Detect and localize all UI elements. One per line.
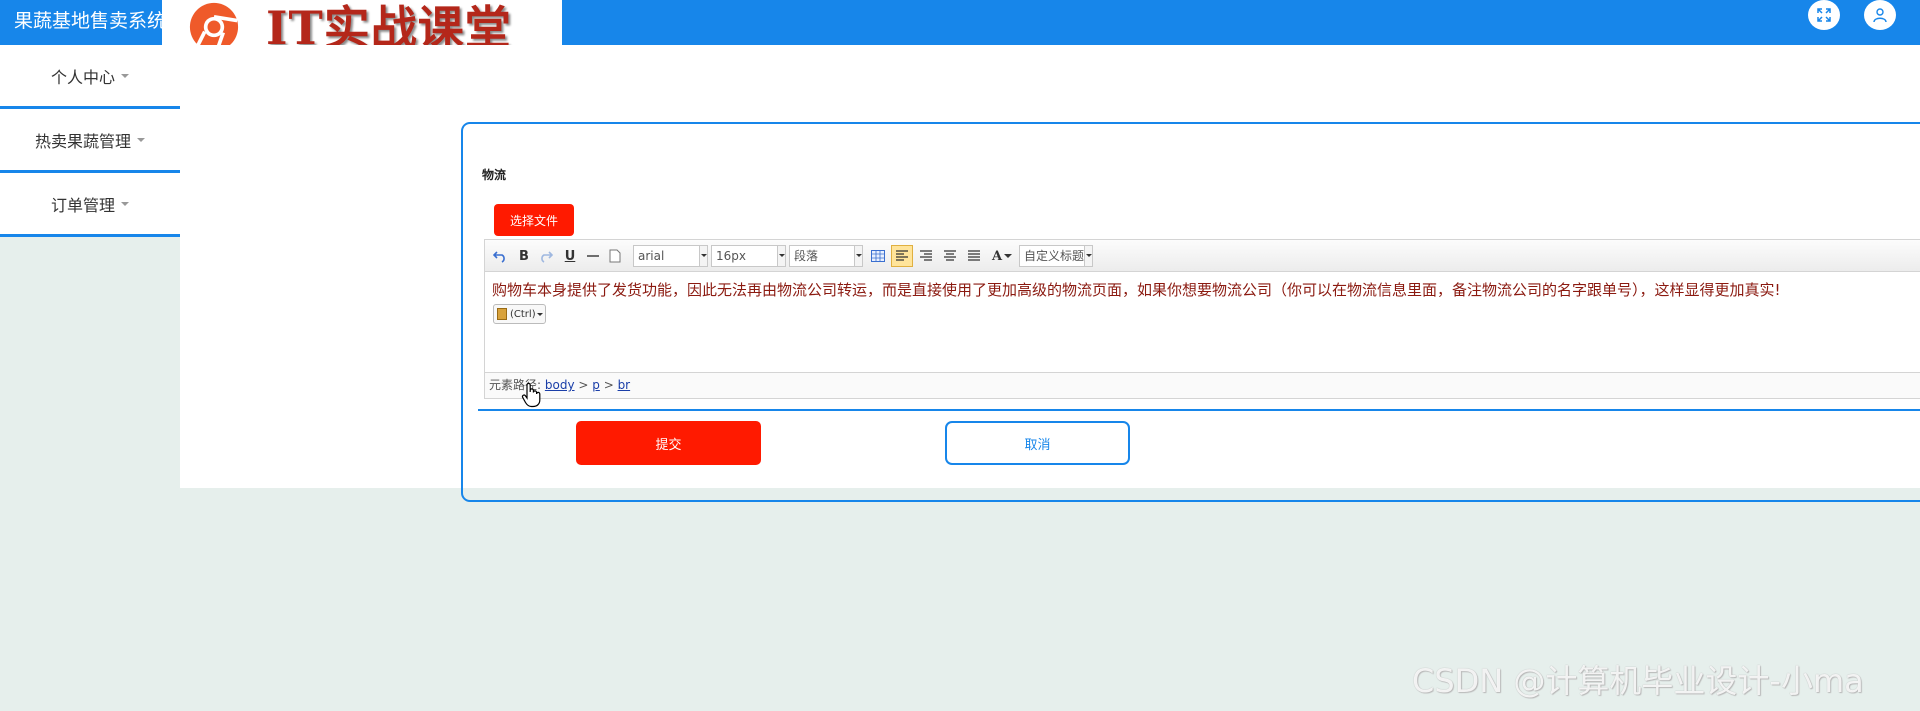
sidebar-item-hot-produce[interactable]: 热卖果蔬管理 xyxy=(0,109,180,173)
align-right-icon[interactable] xyxy=(917,245,935,267)
undo-icon[interactable] xyxy=(491,245,509,267)
align-left-icon[interactable] xyxy=(891,245,913,267)
element-path-bar: 元素路径: body > p > br xyxy=(485,372,1920,398)
sidebar-item-orders[interactable]: 订单管理 xyxy=(0,173,180,237)
chevron-down-icon xyxy=(1004,254,1013,258)
editor-content[interactable]: 购物车本身提供了发货功能，因此无法再由物流公司转运，而是直接使用了更加高级的物流… xyxy=(485,273,1920,367)
dropdown-arrow-icon xyxy=(777,246,785,266)
horizontal-rule-icon[interactable] xyxy=(584,245,602,267)
sidebar-item-personal-center[interactable]: 个人中心 xyxy=(0,45,180,109)
form-divider xyxy=(478,409,1920,411)
dropdown-arrow-icon xyxy=(854,246,862,266)
redo-icon[interactable] xyxy=(537,245,555,267)
table-icon[interactable] xyxy=(869,245,887,267)
font-color-icon[interactable]: A xyxy=(989,245,1015,267)
rich-text-editor: B U arial 16px 段落 A 自定义标题 购物车本身提供了发货功能，因… xyxy=(484,239,1920,399)
fullscreen-icon[interactable] xyxy=(1808,0,1840,30)
path-item-br[interactable]: br xyxy=(618,378,631,392)
bold-icon[interactable]: B xyxy=(515,245,533,267)
hand-cursor-icon xyxy=(521,382,541,408)
chevron-down-icon xyxy=(137,137,145,142)
chevron-down-icon xyxy=(121,201,129,206)
chevron-down-icon xyxy=(536,312,543,316)
path-item-body[interactable]: body xyxy=(545,378,575,392)
custom-heading-value: 自定义标题 xyxy=(1024,249,1085,263)
editor-toolbar: B U arial 16px 段落 A 自定义标题 xyxy=(485,240,1920,272)
paste-label: (Ctrl) xyxy=(510,308,536,320)
cancel-button[interactable]: 取消 xyxy=(945,421,1130,465)
main-panel: 物流 选择文件 B U arial 16px 段落 A 自定义标题 购物车本身提… xyxy=(180,45,1920,502)
submit-button[interactable]: 提交 xyxy=(576,421,761,465)
sidebar-item-label: 个人中心 xyxy=(50,67,115,87)
align-justify-icon[interactable] xyxy=(965,245,983,267)
field-label-logistics: 物流 xyxy=(482,168,507,182)
dropdown-arrow-icon xyxy=(699,246,707,266)
page-icon[interactable] xyxy=(606,245,624,267)
font-size-value: 16px xyxy=(716,249,746,263)
dropdown-arrow-icon xyxy=(1084,246,1092,266)
chevron-down-icon xyxy=(121,73,129,78)
font-family-select[interactable]: arial xyxy=(633,245,708,267)
sidebar-item-label: 热卖果蔬管理 xyxy=(34,131,131,151)
underline-icon[interactable]: U xyxy=(561,245,579,267)
editor-content-text: 购物车本身提供了发货功能，因此无法再由物流公司转运，而是直接使用了更加高级的物流… xyxy=(492,281,1781,299)
custom-heading-select[interactable]: 自定义标题 xyxy=(1019,245,1093,267)
font-family-value: arial xyxy=(638,249,665,263)
app-title: 果蔬基地售卖系统 xyxy=(14,10,167,32)
align-center-icon[interactable] xyxy=(941,245,959,267)
user-icon[interactable] xyxy=(1864,0,1896,30)
font-size-select[interactable]: 16px xyxy=(711,245,786,267)
paragraph-select[interactable]: 段落 xyxy=(789,245,863,267)
sidebar-item-label: 订单管理 xyxy=(50,195,115,215)
logistics-form: 物流 选择文件 B U arial 16px 段落 A 自定义标题 购物车本身提… xyxy=(461,122,1920,502)
choose-file-button[interactable]: 选择文件 xyxy=(494,204,574,236)
sidebar: 个人中心 热卖果蔬管理 订单管理 xyxy=(0,45,180,237)
paste-options-button[interactable]: (Ctrl) xyxy=(493,304,546,324)
watermark: CSDN @计算机毕业设计-小ma xyxy=(1412,662,1864,700)
path-item-p[interactable]: p xyxy=(592,378,600,392)
paragraph-value: 段落 xyxy=(794,249,819,263)
clipboard-icon xyxy=(497,308,507,320)
